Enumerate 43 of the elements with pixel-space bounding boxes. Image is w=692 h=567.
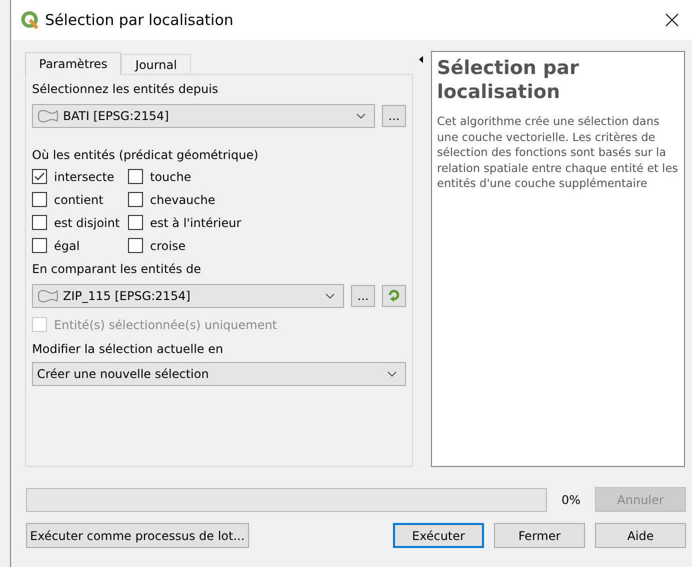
checkbox-label: est disjoint xyxy=(54,216,120,230)
help-title: Sélection par localisation xyxy=(437,56,580,104)
checkbox-label: touche xyxy=(150,170,192,184)
checkbox[interactable] xyxy=(128,169,143,184)
progress-reading: 0% xyxy=(560,492,582,506)
checkbox[interactable] xyxy=(128,238,143,253)
dialog-button[interactable]: Fermer xyxy=(494,523,585,548)
checkbox-label: contient xyxy=(54,192,104,206)
field-label: Où les entités (prédicat géométrique) xyxy=(32,147,260,164)
field-label: Sélectionnez les entités depuis xyxy=(32,81,220,98)
checkbox-label: est à l'intérieur xyxy=(150,216,242,230)
window-title: Sélection par localisation xyxy=(45,11,234,29)
chevron-down-icon xyxy=(325,293,335,299)
app-logo-icon xyxy=(21,11,39,29)
checkbox-label: intersecte xyxy=(54,170,114,184)
dialog-button[interactable]: Exécuter comme processus de lot... xyxy=(26,523,249,548)
checkbox[interactable] xyxy=(128,192,143,207)
checkbox-label: égal xyxy=(54,238,80,252)
field-label: Modifier la sélection actuelle en xyxy=(32,341,224,358)
checkbox[interactable] xyxy=(32,192,47,207)
method-dropdown[interactable]: Créer une nouvelle sélection xyxy=(32,362,406,386)
checkbox-label: croise xyxy=(150,238,186,252)
chevron-down-icon xyxy=(356,113,366,119)
chevron-down-icon xyxy=(387,371,397,377)
layer-dropdown[interactable]: BATI [EPSG:2154] xyxy=(32,104,375,128)
polygon-layer-icon xyxy=(37,289,59,303)
browse-button[interactable]: ... xyxy=(382,105,406,127)
tab[interactable]: Journal xyxy=(121,54,191,74)
layer-dropdown[interactable]: ZIP_115 [EPSG:2154] xyxy=(32,284,344,308)
browse-button[interactable]: ... xyxy=(351,285,375,307)
collapse-arrow-icon[interactable] xyxy=(419,56,423,63)
dialog-button[interactable]: Exécuter xyxy=(393,523,484,548)
checkbox[interactable] xyxy=(32,169,47,184)
field-label: En comparant les entités de xyxy=(32,261,202,278)
checkbox[interactable] xyxy=(128,215,143,230)
checkbox-label: Entité(s) sélectionnée(s) uniquement xyxy=(54,318,278,332)
checkbox-label: chevauche xyxy=(150,192,216,206)
tab[interactable]: Paramètres xyxy=(25,52,122,75)
checkbox[interactable] xyxy=(32,215,47,230)
polygon-layer-icon xyxy=(37,109,59,123)
dialog-button[interactable]: Aide xyxy=(595,523,686,548)
help-text: Cet algorithme crée une sélection dans une couche vectorielle. Les critères de sélection des fonctions sont basés sur la relation spatiale entre chaque entité et les entités d'une couche supplémentaire xyxy=(437,114,679,192)
checkbox[interactable] xyxy=(32,238,47,253)
